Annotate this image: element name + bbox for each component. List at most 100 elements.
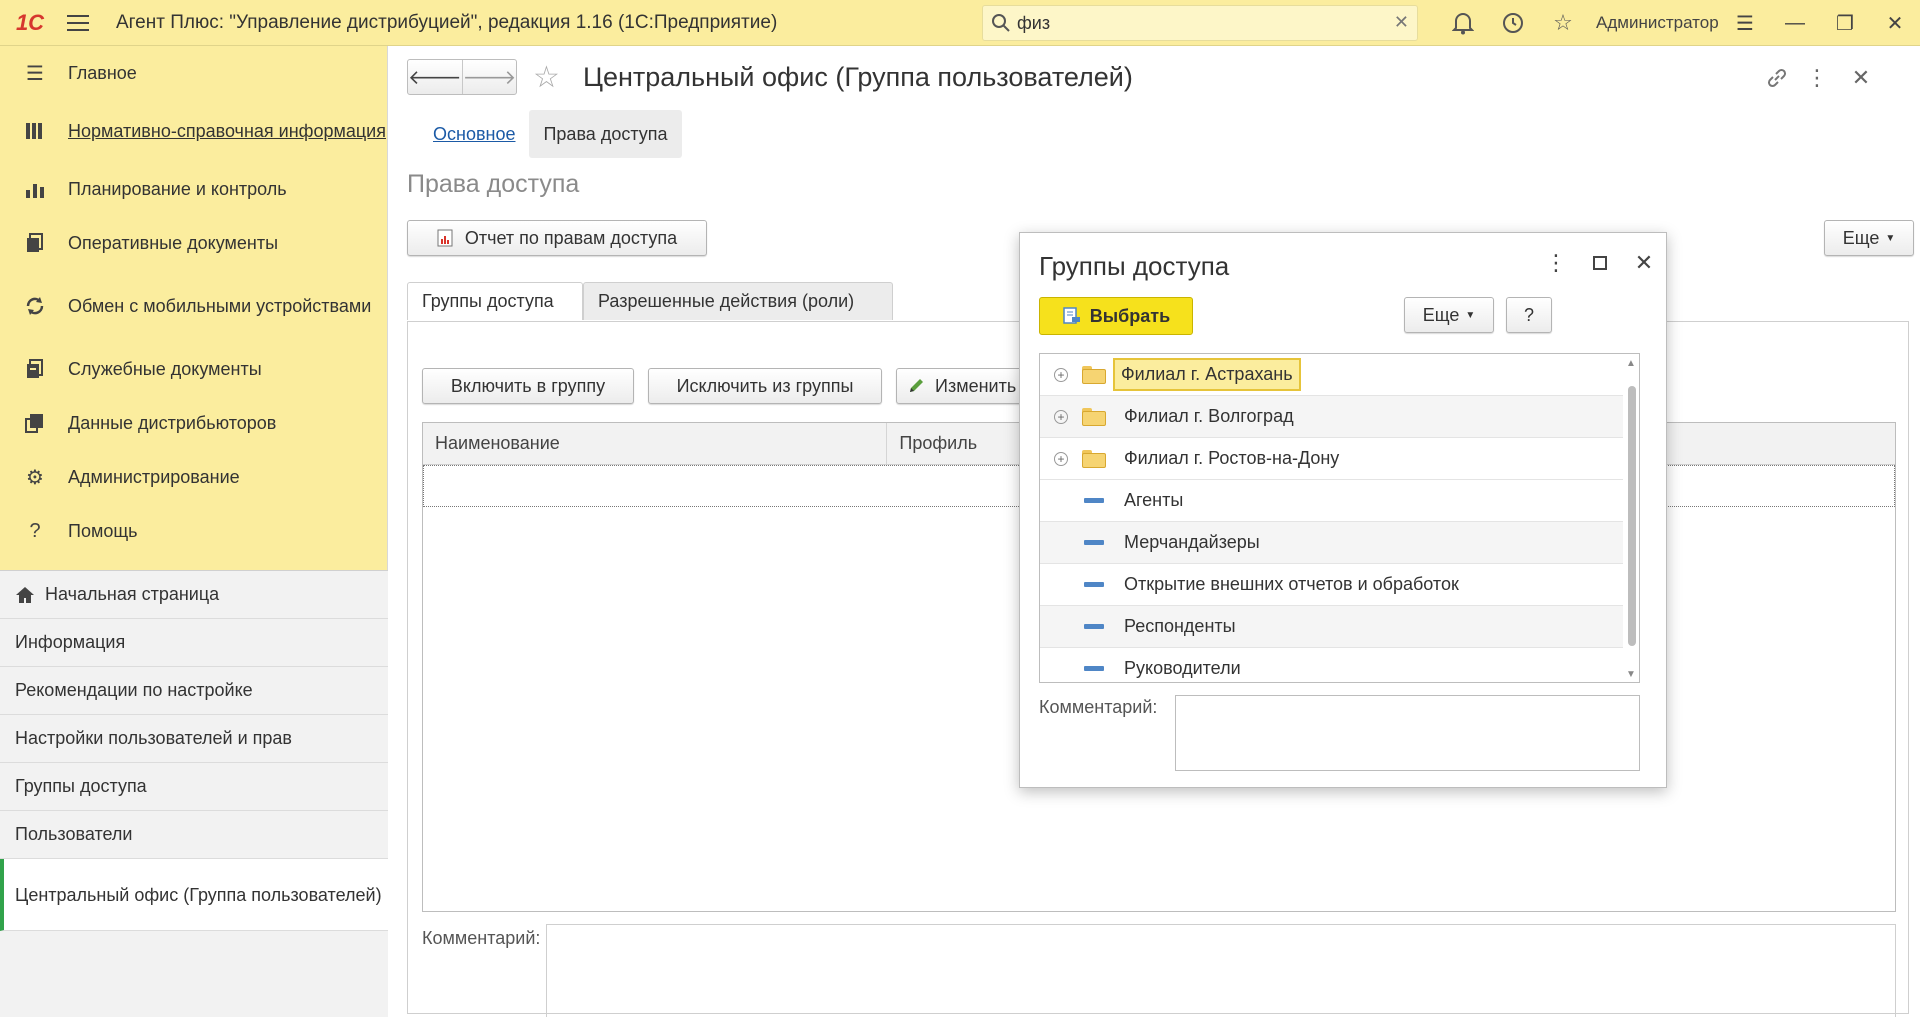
documents-icon <box>22 230 48 256</box>
open-window-access-groups[interactable]: Группы доступа <box>0 763 388 811</box>
notifications-icon[interactable] <box>1438 0 1488 46</box>
section-main[interactable]: ☰ Главное <box>0 46 387 100</box>
tab-access-groups[interactable]: Группы доступа <box>407 282 583 320</box>
tab-access-rights[interactable]: Права доступа <box>529 110 682 158</box>
title-bar: 1С Агент Плюс: "Управление дистрибуцией"… <box>0 0 1920 46</box>
item-icon <box>1084 624 1104 629</box>
exclude-from-group-button[interactable]: Исключить из группы <box>648 368 882 404</box>
favorite-star-icon[interactable]: ☆ <box>533 60 560 95</box>
edit-button[interactable]: Изменить <box>896 368 1036 404</box>
main-menu-icon[interactable] <box>60 0 96 46</box>
open-window-info[interactable]: Информация <box>0 619 388 667</box>
section-reference-info[interactable]: Нормативно-справочная информация <box>0 100 387 162</box>
tree-scrollbar[interactable]: ▲ ▼ <box>1623 354 1639 682</box>
open-window-users[interactable]: Пользователи <box>0 811 388 859</box>
books-icon <box>22 118 48 144</box>
section-label: Данные дистрибьюторов <box>68 412 277 433</box>
minimize-icon[interactable]: — <box>1770 0 1820 46</box>
open-window-central-office[interactable]: Центральный офис (Группа пользователей) <box>0 859 388 931</box>
close-window-icon[interactable]: ✕ <box>1870 0 1920 46</box>
section-administration[interactable]: ⚙ Администрирование <box>0 450 387 504</box>
comment-field[interactable] <box>546 924 1896 1017</box>
settings-menu-icon[interactable]: ☰ <box>1720 0 1770 46</box>
scroll-up-icon[interactable]: ▲ <box>1626 358 1636 369</box>
expand-icon[interactable]: + <box>1054 367 1068 382</box>
open-window-label: Начальная страница <box>45 584 220 604</box>
column-name[interactable]: Наименование <box>423 423 888 464</box>
report-button-label: Отчет по правам доступа <box>464 227 678 248</box>
section-distributor-data[interactable]: Данные дистрибьюторов <box>0 396 387 450</box>
history-icon[interactable] <box>1488 0 1538 46</box>
section-label: Помощь <box>68 520 138 541</box>
access-report-button[interactable]: Отчет по правам доступа <box>407 220 707 256</box>
more-label: Еще <box>1422 304 1460 325</box>
select-button[interactable]: Выбрать <box>1039 297 1193 335</box>
open-window-recommendations[interactable]: Рекомендации по настройке <box>0 667 388 715</box>
expand-icon[interactable]: + <box>1054 409 1068 424</box>
section-help[interactable]: ? Помощь <box>0 504 387 558</box>
section-label: Обмен с мобильными устройствами <box>68 296 372 316</box>
tree-row-item[interactable]: Открытие внешних отчетов и обработок <box>1040 564 1639 606</box>
close-form-icon[interactable]: ✕ <box>1843 60 1879 96</box>
access-groups-tree[interactable]: + Филиал г. Астрахань + Филиал г. Волгог… <box>1039 353 1640 683</box>
clear-search-icon[interactable]: ✕ <box>1394 12 1409 33</box>
search-box[interactable]: ✕ <box>982 5 1418 41</box>
forward-button[interactable]: 🡒 <box>463 60 517 94</box>
tree-item-label: Руководители <box>1124 658 1241 678</box>
restore-icon[interactable]: ❐ <box>1820 0 1870 46</box>
comment-label: Комментарий: <box>422 928 541 948</box>
select-icon <box>1062 306 1082 326</box>
app-title: Агент Плюс: "Управление дистрибуцией", р… <box>116 11 778 33</box>
app-logo: 1С <box>15 9 45 35</box>
tree-row-item[interactable]: Респонденты <box>1040 606 1639 648</box>
section-service-docs[interactable]: Служебные документы <box>0 342 387 396</box>
dialog-more-actions-icon[interactable]: ⋮ <box>1538 245 1574 281</box>
include-in-group-button[interactable]: Включить в группу <box>422 368 634 404</box>
section-planning[interactable]: Планирование и контроль <box>0 162 387 216</box>
user-name[interactable]: Администратор <box>1596 13 1719 33</box>
sidebar: ☰ Главное Нормативно-справочная информац… <box>0 46 388 1017</box>
scroll-thumb[interactable] <box>1628 386 1636 646</box>
open-window-home[interactable]: Начальная страница <box>0 571 388 619</box>
tab-main[interactable]: Основное <box>419 110 529 158</box>
dialog-more-button[interactable]: Еще ▼ <box>1404 297 1494 333</box>
dialog-title: Группы доступа <box>1039 251 1230 281</box>
back-button[interactable]: 🡐 <box>408 60 463 94</box>
dialog-close-icon[interactable]: ✕ <box>1626 245 1662 281</box>
tree-row-item[interactable]: Агенты <box>1040 480 1639 522</box>
tree-row-folder[interactable]: + Филиал г. Ростов-на-Дону <box>1040 438 1639 480</box>
search-icon <box>991 13 1011 33</box>
link-icon[interactable] <box>1759 60 1795 96</box>
tree-item-label: Респонденты <box>1124 616 1236 636</box>
tree-item-label: Филиал г. Ростов-на-Дону <box>1124 448 1340 468</box>
form-more-button[interactable]: Еще ▼ <box>1824 220 1914 256</box>
tree-row-folder[interactable]: + Филиал г. Волгоград <box>1040 396 1639 438</box>
more-actions-icon[interactable]: ⋮ <box>1799 60 1835 96</box>
scroll-down-icon[interactable]: ▼ <box>1626 669 1636 680</box>
tree-row-item[interactable]: Мерчандайзеры <box>1040 522 1639 564</box>
search-input[interactable] <box>1017 12 1377 34</box>
tree-item-label: Агенты <box>1124 490 1184 510</box>
section-label: Служебные документы <box>68 358 262 379</box>
section-operational-docs[interactable]: Оперативные документы <box>0 216 387 270</box>
gear-icon: ⚙ <box>26 466 44 489</box>
dialog-comment-field[interactable] <box>1175 695 1640 771</box>
dialog-help-button[interactable]: ? <box>1506 297 1552 333</box>
form-title: Центральный офис (Группа пользователей) <box>583 62 1133 92</box>
dropdown-arrow-icon: ▼ <box>1465 309 1476 321</box>
expand-icon[interactable]: + <box>1054 451 1068 466</box>
folder-icon <box>1082 449 1106 468</box>
section-label: Оперативные документы <box>68 232 279 253</box>
section-mobile-exchange[interactable]: Обмен с мобильными устройствами <box>0 270 387 342</box>
favorites-icon[interactable]: ☆ <box>1538 0 1588 46</box>
edit-button-label: Изменить <box>935 375 1017 396</box>
select-button-label: Выбрать <box>1089 305 1171 326</box>
dialog-maximize-icon[interactable] <box>1582 245 1618 281</box>
open-window-user-settings[interactable]: Настройки пользователей и прав <box>0 715 388 763</box>
tree-item-label: Мерчандайзеры <box>1124 532 1260 552</box>
tree-row-folder[interactable]: + Филиал г. Астрахань <box>1040 354 1639 396</box>
folder-icon <box>1082 407 1106 426</box>
tab-allowed-actions[interactable]: Разрешенные действия (роли) <box>583 282 893 320</box>
tree-row-item[interactable]: Руководители <box>1040 648 1639 682</box>
item-icon <box>1084 582 1104 587</box>
